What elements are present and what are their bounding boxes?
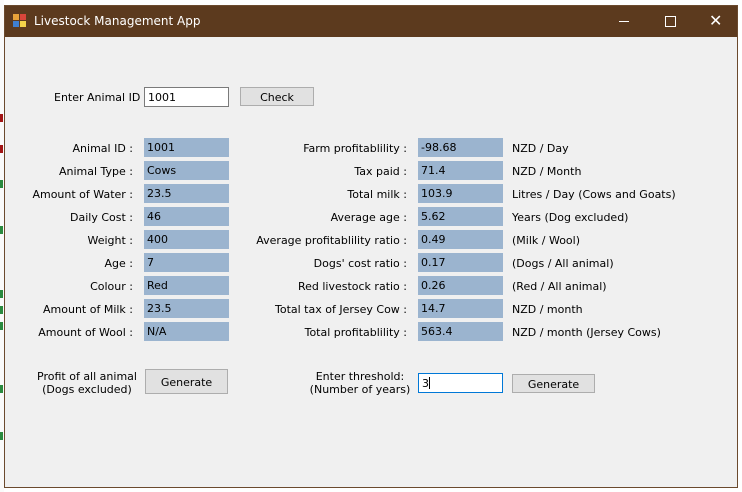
total-profitability-field: 563.4 — [418, 322, 503, 341]
detail-label: Animal Type : — [58, 165, 133, 178]
background-mark — [0, 290, 3, 298]
animal-id-prompt-label: Enter Animal ID : — [54, 91, 148, 104]
threshold-label-line1: Enter threshold: — [315, 370, 405, 383]
app-window: Livestock Management App ✕ Enter Animal … — [4, 5, 738, 488]
profitability-ratio-field: 0.49 — [418, 230, 503, 249]
detail-label: Animal ID : — [72, 142, 133, 155]
stat-label: Dogs' cost ratio : — [313, 257, 407, 270]
threshold-label: Enter threshold: (Number of years) — [305, 370, 415, 396]
detail-label: Daily Cost : — [70, 211, 133, 224]
minimize-icon — [619, 21, 629, 22]
background-mark — [0, 180, 3, 188]
background-mark — [0, 306, 3, 314]
maximize-button[interactable] — [647, 6, 693, 37]
detail-label: Amount of Wool : — [38, 326, 133, 339]
generate-profit-button[interactable]: Generate — [145, 369, 228, 394]
close-icon: ✕ — [709, 11, 723, 30]
farm-profitability-field: -98.68 — [418, 138, 503, 157]
stat-unit: Years (Dog excluded) — [512, 211, 629, 224]
stat-unit: Litres / Day (Cows and Goats) — [512, 188, 676, 201]
app-icon — [13, 14, 27, 28]
background-mark — [0, 114, 3, 122]
text-caret — [429, 377, 430, 389]
detail-label: Colour : — [90, 280, 133, 293]
close-button[interactable]: ✕ — [693, 6, 739, 37]
stat-label: Average profitablility ratio : — [256, 234, 407, 247]
detail-label: Weight : — [87, 234, 133, 247]
minimize-button[interactable] — [601, 6, 647, 37]
stat-unit: (Dogs / All animal) — [512, 257, 614, 270]
generate-threshold-button[interactable]: Generate — [512, 374, 595, 393]
detail-label: Amount of Milk : — [43, 303, 133, 316]
jersey-tax-field: 14.7 — [418, 299, 503, 318]
maximize-icon — [665, 16, 676, 27]
stat-unit: NZD / month (Jersey Cows) — [512, 326, 661, 339]
stat-unit: (Red / All animal) — [512, 280, 607, 293]
total-milk-field: 103.9 — [418, 184, 503, 203]
profit-label-line1: Profit of all animal — [37, 370, 137, 383]
stat-label: Red livestock ratio : — [297, 280, 407, 293]
stat-label: Average age : — [330, 211, 407, 224]
threshold-value: 3 — [422, 377, 429, 390]
tax-paid-field: 71.4 — [418, 161, 503, 180]
threshold-input[interactable]: 3 — [418, 373, 503, 393]
red-livestock-ratio-field: 0.26 — [418, 276, 503, 295]
average-age-field: 5.62 — [418, 207, 503, 226]
stat-unit: NZD / Month — [512, 165, 582, 178]
dogs-cost-ratio-field: 0.17 — [418, 253, 503, 272]
stat-label: Tax paid : — [354, 165, 407, 178]
background-mark — [0, 226, 3, 234]
detail-label: Amount of Water : — [32, 188, 133, 201]
window-title: Livestock Management App — [34, 14, 201, 28]
stat-unit: NZD / Day — [512, 142, 569, 155]
stat-unit: NZD / month — [512, 303, 583, 316]
stat-label: Farm profitablility : — [303, 142, 407, 155]
background-mark — [0, 145, 3, 153]
detail-label: Age : — [104, 257, 133, 270]
title-bar[interactable]: Livestock Management App ✕ — [5, 6, 737, 37]
background-mark — [0, 432, 3, 440]
background-mark — [0, 322, 3, 330]
profit-label-line2: (Dogs excluded) — [42, 383, 132, 396]
animal-id-input[interactable]: 1001 — [144, 87, 229, 107]
stat-label: Total tax of Jersey Cow : — [275, 303, 407, 316]
background-mark — [0, 385, 3, 393]
profit-label: Profit of all animal (Dogs excluded) — [35, 370, 139, 396]
threshold-label-line2: (Number of years) — [309, 383, 411, 396]
check-button[interactable]: Check — [240, 87, 314, 106]
stat-label: Total profitablility : — [304, 326, 407, 339]
stat-label: Total milk : — [347, 188, 407, 201]
stat-unit: (Milk / Wool) — [512, 234, 581, 247]
